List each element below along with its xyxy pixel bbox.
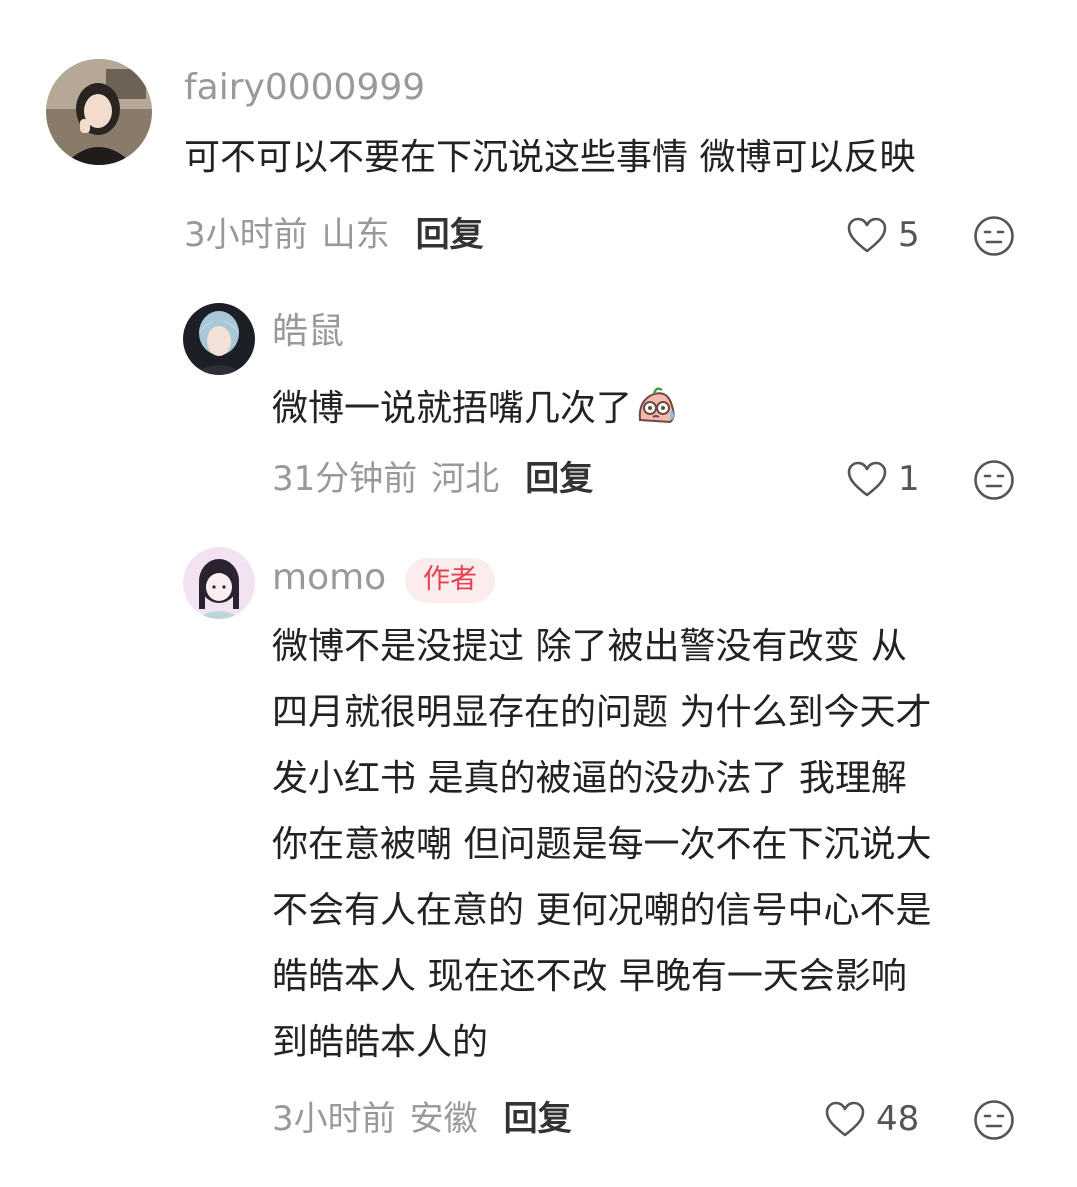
comment-text: 微博一说就捂嘴几次了 bbox=[272, 384, 678, 427]
avatar[interactable] bbox=[183, 547, 255, 619]
author-badge: 作者 bbox=[405, 558, 495, 603]
like-button[interactable]: 5 bbox=[846, 216, 920, 254]
emoji-reaction-button[interactable] bbox=[973, 1099, 1015, 1141]
user-avatar-photo bbox=[183, 303, 255, 375]
heart-outline-icon bbox=[847, 461, 887, 497]
like-button[interactable]: 1 bbox=[846, 460, 920, 498]
like-count: 48 bbox=[876, 1099, 920, 1139]
heart-outline-icon bbox=[825, 1101, 865, 1137]
username[interactable]: fairy0000999 bbox=[184, 70, 425, 106]
comment-meta: 3小时前 山东 回复 bbox=[184, 218, 484, 252]
user-avatar-photo bbox=[183, 547, 255, 619]
comment-meta: 31分钟前 河北 回复 bbox=[272, 462, 593, 496]
location: 山东 bbox=[321, 215, 390, 255]
avatar[interactable] bbox=[183, 303, 255, 375]
comment-text-content: 微博一说就捂嘴几次了 bbox=[272, 388, 633, 429]
user-avatar-photo bbox=[46, 59, 152, 165]
timestamp: 31分钟前 bbox=[272, 459, 418, 499]
reply-button[interactable]: 回复 bbox=[525, 462, 593, 496]
emoji-face-icon bbox=[974, 216, 1014, 256]
timestamp: 3小时前 bbox=[184, 215, 308, 255]
timestamp: 3小时前 bbox=[272, 1099, 396, 1139]
like-count: 1 bbox=[898, 459, 920, 499]
emoji-face-icon bbox=[974, 460, 1014, 500]
avatar[interactable] bbox=[46, 59, 152, 165]
emoji-reaction-button[interactable] bbox=[973, 459, 1015, 501]
emoji-face-icon bbox=[974, 1100, 1014, 1140]
sweat-face-emoji-icon bbox=[634, 384, 678, 426]
emoji-reaction-button[interactable] bbox=[973, 215, 1015, 257]
like-count: 5 bbox=[898, 215, 920, 255]
like-button[interactable]: 48 bbox=[824, 1100, 919, 1138]
location: 安徽 bbox=[409, 1099, 478, 1139]
reply-button[interactable]: 回复 bbox=[416, 218, 484, 252]
username[interactable]: momo bbox=[272, 560, 386, 596]
username[interactable]: 皓鼠 bbox=[272, 314, 344, 350]
reply-button[interactable]: 回复 bbox=[504, 1102, 572, 1136]
comment-meta: 3小时前 安徽 回复 bbox=[272, 1102, 572, 1136]
comment-text: 微博不是没提过 除了被出警没有改变 从 四月就很明显存在的问题 为什么到今天才 … bbox=[272, 626, 932, 1063]
heart-outline-icon bbox=[847, 217, 887, 253]
comment-thread: fairy0000999 可不可以不要在下沉说这些事情 微博可以反映 3小时前 … bbox=[0, 0, 1077, 1187]
comment-text: 可不可以不要在下沉说这些事情 微博可以反映 bbox=[184, 137, 916, 178]
location: 河北 bbox=[431, 459, 500, 499]
